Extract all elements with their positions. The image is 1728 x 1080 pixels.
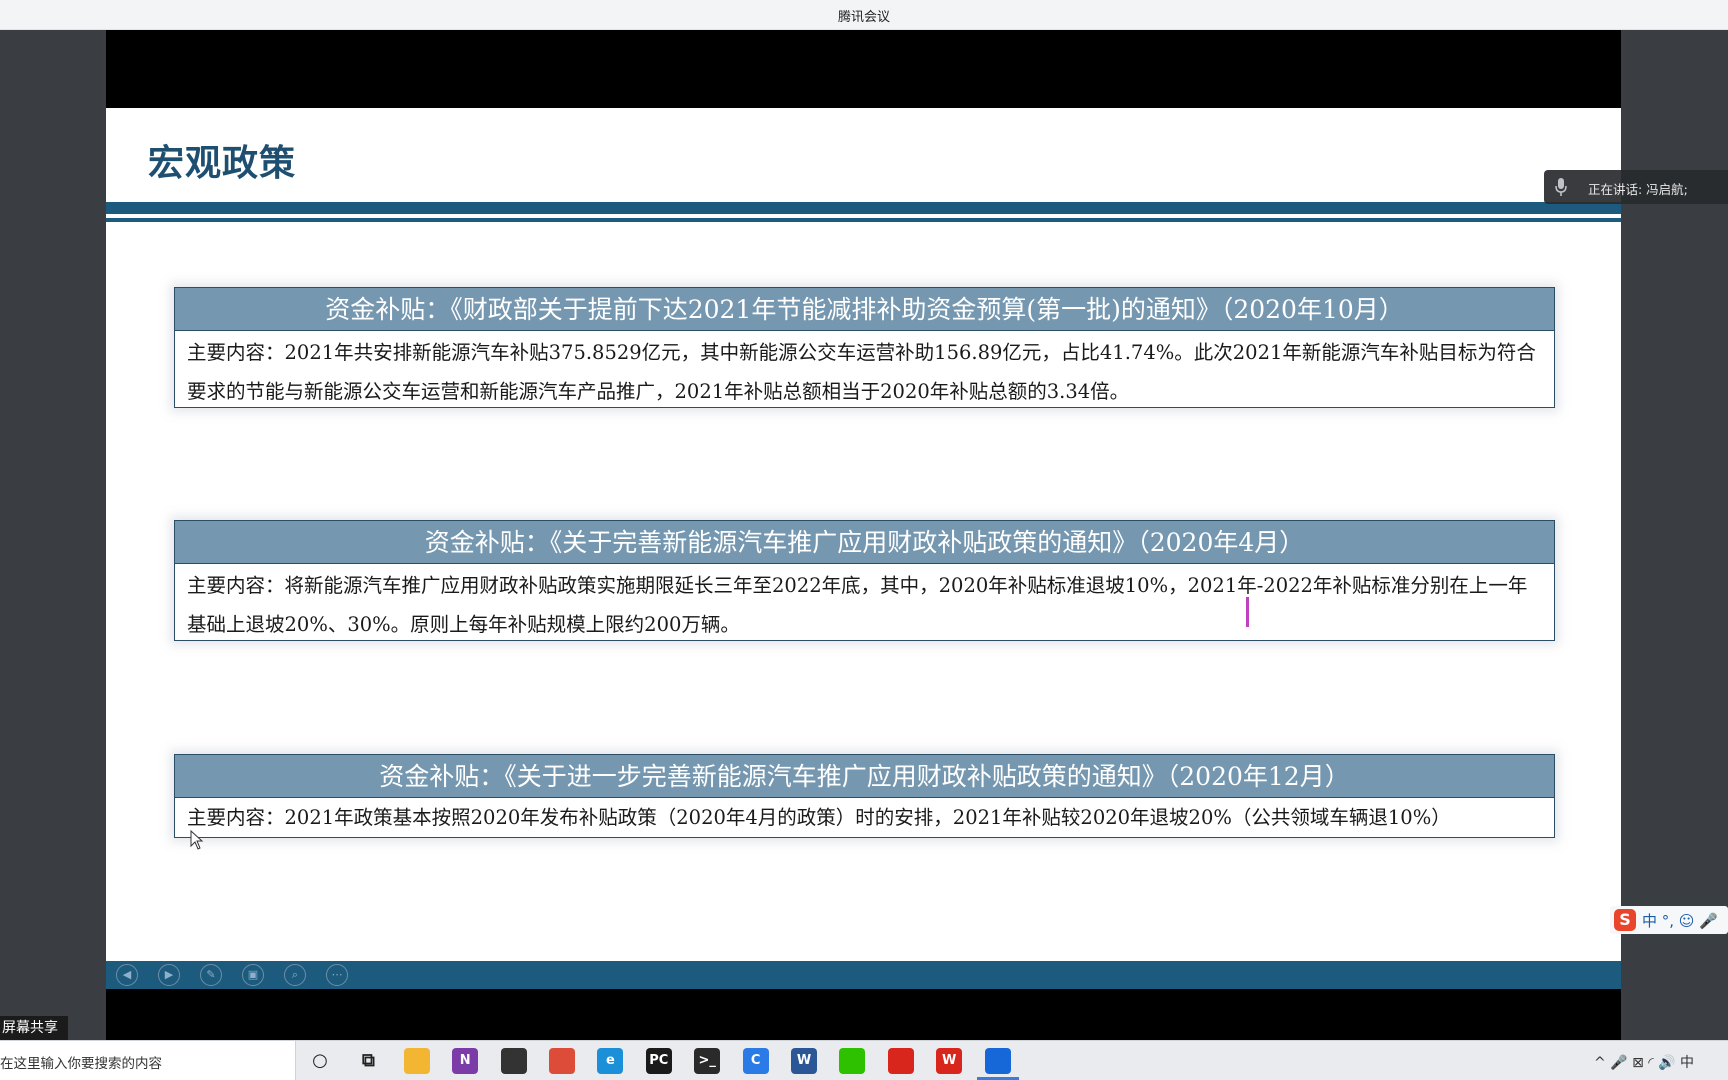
title-divider-line	[106, 218, 1621, 222]
app-c-icon[interactable]: C	[742, 1048, 769, 1074]
windows-taskbar: 在这里输入你要搜索的内容 ○ ⧉ Ne PC >_ C W W ^ 🎤 ⊠ ◜ 🔊 中	[0, 1040, 1728, 1080]
slideshow-toolbar: ◀ ▶ ✎ ▣ ⌕ ⋯	[106, 961, 1621, 989]
word-icon[interactable]: W	[791, 1048, 817, 1074]
onenote-icon[interactable]: N	[452, 1048, 479, 1074]
wps-icon[interactable]: W	[936, 1048, 963, 1074]
edge-icon[interactable]: e	[597, 1048, 624, 1074]
pycharm-icon[interactable]: PC	[645, 1048, 672, 1074]
system-tray[interactable]: ^ 🎤 ⊠ ◜ 🔊 中	[1594, 1052, 1694, 1072]
title-divider-bar	[106, 202, 1621, 214]
left-margin	[0, 30, 106, 1040]
previous-slide-icon[interactable]: ◀	[116, 964, 138, 986]
taskbar-search-box[interactable]: 在这里输入你要搜索的内容	[0, 1041, 296, 1080]
ime-options[interactable]: 中 °, ☺ 🎤	[1642, 910, 1718, 931]
policy-card-heading: 资金补贴：《财政部关于提前下达2021年节能减排补助资金预算(第一批)的通知》（…	[174, 287, 1555, 331]
terminal-icon[interactable]: >_	[694, 1048, 721, 1074]
file-explorer-icon[interactable]	[403, 1048, 430, 1074]
pen-icon[interactable]: ✎	[200, 964, 222, 986]
text-caret	[1246, 597, 1249, 627]
acrobat-icon[interactable]	[887, 1048, 914, 1074]
policy-card-body: 主要内容：将新能源汽车推广应用财政补贴政策实施期限延长三年至2022年底，其中，…	[174, 564, 1555, 641]
wechat-icon[interactable]	[839, 1048, 866, 1074]
sogou-logo-icon: S	[1614, 909, 1636, 931]
chrome-icon[interactable]	[549, 1048, 575, 1074]
sticky-notes-icon[interactable]	[500, 1048, 527, 1074]
window-title: 腾讯会议	[837, 10, 890, 25]
policy-card-heading: 资金补贴：《关于进一步完善新能源汽车推广应用财政补贴政策的通知》（2020年12…	[174, 754, 1555, 798]
speaking-text: 正在讲话: 冯启航;	[1588, 182, 1688, 197]
microphone-icon	[1555, 178, 1567, 196]
presentation-slide: 宏观政策 资金补贴：《财政部关于提前下达2021年节能减排补助资金预算(第一批)…	[106, 108, 1621, 961]
policy-card: 资金补贴：《关于进一步完善新能源汽车推广应用财政补贴政策的通知》（2020年12…	[174, 754, 1555, 838]
cortana-icon[interactable]: ○	[307, 1048, 333, 1074]
screen-share-label[interactable]: 屏幕共享	[0, 1016, 68, 1040]
policy-card: 资金补贴：《关于完善新能源汽车推广应用财政补贴政策的通知》（2020年4月） 主…	[174, 520, 1555, 641]
mouse-pointer-icon	[190, 830, 204, 850]
speaking-indicator: 正在讲话: 冯启航;	[1544, 170, 1728, 204]
policy-card: 资金补贴：《财政部关于提前下达2021年节能减排补助资金预算(第一批)的通知》（…	[174, 287, 1555, 408]
policy-card-body: 主要内容：2021年共安排新能源汽车补贴375.8529亿元，其中新能源公交车运…	[174, 331, 1555, 408]
policy-card-body: 主要内容：2021年政策基本按照2020年发布补贴政策（2020年4月的政策）时…	[174, 798, 1555, 838]
window-title-bar: 腾讯会议	[0, 0, 1728, 30]
slide-title: 宏观政策	[148, 143, 297, 184]
task-view-icon[interactable]: ⧉	[355, 1048, 382, 1074]
slides-grid-icon[interactable]: ▣	[242, 964, 264, 986]
policy-card-heading: 资金补贴：《关于完善新能源汽车推广应用财政补贴政策的通知》（2020年4月）	[174, 520, 1555, 564]
next-slide-icon[interactable]: ▶	[158, 964, 180, 986]
shared-screen: 宏观政策 资金补贴：《财政部关于提前下达2021年节能减排补助资金预算(第一批)…	[106, 30, 1621, 1040]
tencent-meeting-icon[interactable]	[984, 1048, 1011, 1074]
more-options-icon[interactable]: ⋯	[326, 964, 348, 986]
zoom-icon[interactable]: ⌕	[284, 964, 306, 986]
search-placeholder: 在这里输入你要搜索的内容	[0, 1056, 162, 1072]
ime-toolbar[interactable]: S 中 °, ☺ 🎤	[1610, 906, 1728, 934]
